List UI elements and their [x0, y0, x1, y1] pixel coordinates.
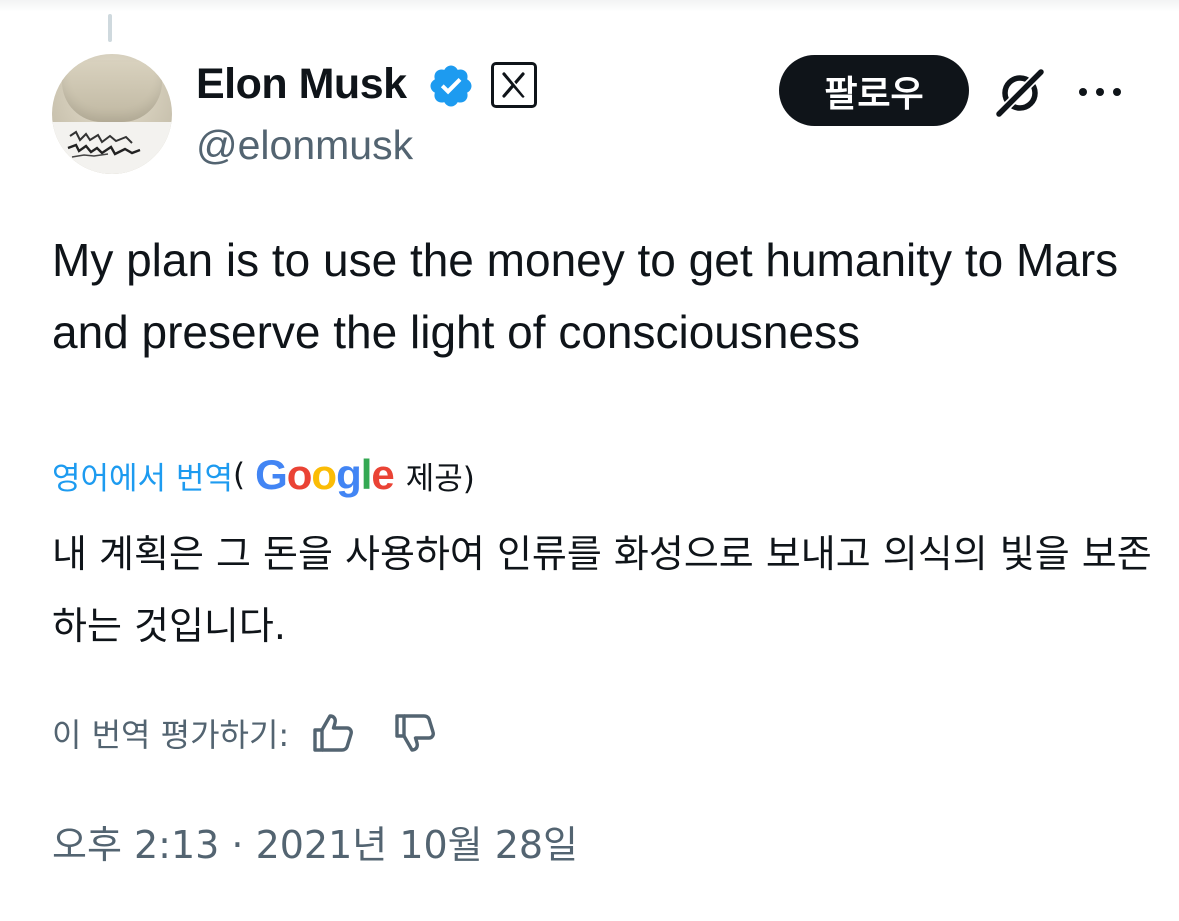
- top-fade: [0, 0, 1179, 12]
- translated-text: 내 계획은 그 돈을 사용하여 인류를 화성으로 보내고 의식의 빛을 보존하는…: [52, 532, 1152, 648]
- google-logo: Google: [255, 451, 395, 498]
- rate-translation-label: 이 번역 평가하기:: [52, 716, 290, 754]
- more-icon[interactable]: [1076, 80, 1124, 104]
- translation-attribution: 영어에서 번역 ( Google 제공): [52, 450, 475, 500]
- thumbs-down-icon[interactable]: [393, 711, 437, 755]
- author-handle[interactable]: @elonmusk: [196, 120, 413, 170]
- x-affiliation-icon[interactable]: [491, 62, 537, 108]
- translate-from-english-link[interactable]: 영어에서 번역: [52, 453, 233, 498]
- verified-badge-icon[interactable]: [427, 62, 475, 110]
- author-name[interactable]: Elon Musk: [196, 58, 407, 110]
- tweet-text: My plan is to use the money to get human…: [52, 234, 1119, 358]
- provided-label: 제공): [405, 460, 475, 497]
- open-paren: (: [232, 457, 246, 493]
- avatar[interactable]: [52, 54, 172, 174]
- tweet-timestamp[interactable]: 오후 2:13 · 2021년 10월 28일: [52, 818, 578, 872]
- thumbs-up-icon[interactable]: [311, 711, 355, 755]
- rate-translation-row: 이 번역 평가하기:: [52, 706, 437, 760]
- thread-line: [108, 14, 112, 42]
- grok-icon[interactable]: [993, 66, 1047, 120]
- avatar-helmet: [62, 60, 162, 122]
- follow-button[interactable]: 팔로우: [779, 55, 969, 126]
- avatar-handwriting: [67, 130, 141, 158]
